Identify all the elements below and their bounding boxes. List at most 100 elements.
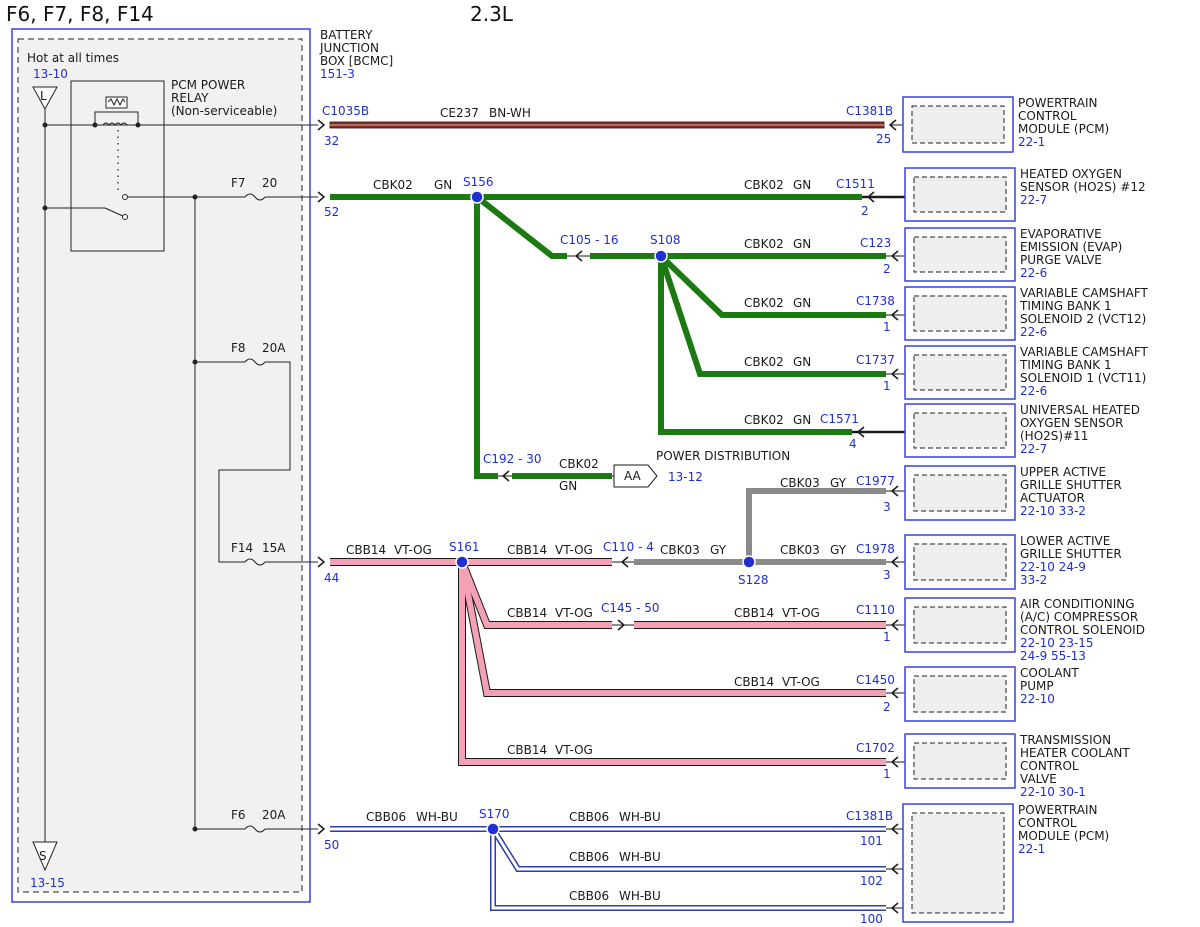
component-3: VARIABLE CAMSHAFTTIMING BANK 1SOLENOID 2… (904, 286, 1149, 341)
component-1: HEATED OXYGENSENSOR (HO2S) #1222-7 (904, 167, 1146, 222)
hot-ref: 13-10 (33, 67, 68, 81)
power-distribution-label: POWER DISTRIBUTION (656, 449, 790, 463)
fuse-f14-rating: 15A (262, 541, 286, 555)
component-ref: 22-6 (1020, 325, 1047, 339)
component-ref: 22-10 30-1 (1020, 785, 1086, 799)
circuit-ce237-color: BN-WH (489, 106, 531, 120)
component-2: EVAPORATIVEEMISSION (EVAP)PURGE VALVE22-… (904, 227, 1122, 282)
fuse-f6-name: F6 (231, 808, 246, 822)
wire-label: CBK02 (744, 413, 784, 427)
component-ref: 22-10 23-15 (1020, 636, 1094, 650)
pin-c1738: 1 (883, 320, 891, 334)
connector-c1110: C1110 (856, 603, 895, 617)
wire-color: GN (793, 355, 811, 369)
wire-color: VT-OG (782, 606, 820, 620)
connector-c1035b-icon (317, 119, 326, 131)
component-name-line: MODULE (PCM) (1018, 829, 1109, 843)
wire-color: VT-OG (555, 606, 593, 620)
wire-label: CBK02 (744, 178, 784, 192)
component-name-line: PUMP (1020, 679, 1054, 693)
splice-s128-label: S128 (738, 573, 769, 587)
aa-wire-label: CBK02 (559, 457, 599, 471)
wire-label: CBB14 (734, 606, 774, 620)
fuses-title: F6, F7, F8, F14 (6, 2, 154, 26)
gray-wire-color: GY (830, 476, 847, 490)
component-inner (913, 295, 1007, 332)
splice-s108 (654, 249, 668, 263)
component-name-line: PURGE VALVE (1020, 253, 1102, 267)
component-name-line: EMISSION (EVAP) (1020, 240, 1122, 254)
pink-wires (330, 559, 886, 765)
component-inner (913, 742, 1007, 780)
wire-label: CBB14 (507, 606, 547, 620)
gray-wire-label: CBK03 (780, 543, 820, 557)
component-7: LOWER ACTIVEGRILLE SHUTTER22-10 24-933-2 (904, 534, 1122, 590)
component-name-line: AIR CONDITIONING (1020, 597, 1135, 611)
component-name-line: GRILLE SHUTTER (1020, 478, 1122, 492)
component-name-line: ACTUATOR (1020, 491, 1085, 505)
relay-label-line-3: (Non-serviceable) (171, 104, 277, 118)
wire-label: CBK02 (744, 296, 784, 310)
wire-color: VT-OG (555, 543, 593, 557)
component-11: POWERTRAINCONTROLMODULE (PCM)22-1 (902, 803, 1109, 923)
gray-wire-label: CBK03 (780, 476, 820, 490)
wire-label: CBB14 (507, 543, 547, 557)
connector-c123: C123 (860, 236, 891, 250)
pin-102: 102 (860, 874, 883, 888)
component-name-line: (HO2S)#11 (1020, 429, 1088, 443)
inline-connector-c145: C145 - 50 (601, 601, 660, 615)
circuit-ce237-label: CE237 (440, 106, 479, 120)
component-inner (913, 412, 1007, 449)
connector-out-44-icon (317, 556, 326, 568)
wire-label: CBB06 (366, 810, 406, 824)
component-name-line: LOWER ACTIVE (1020, 534, 1110, 548)
component-name-line: COOLANT (1020, 666, 1079, 680)
component-ref: 22-10 33-2 (1020, 504, 1086, 518)
component-name-line: TRANSMISSION (1019, 733, 1111, 747)
relay-label-line-1: PCM POWER (171, 78, 245, 92)
component-name-line: UPPER ACTIVE (1020, 465, 1106, 479)
inline-connector-c192: C192 - 30 (483, 452, 542, 466)
component-name-line: VALVE (1020, 772, 1057, 786)
connector-c1702: C1702 (856, 741, 895, 755)
engine-label: 2.3L (470, 2, 514, 26)
connector-c1977: C1977 (856, 474, 895, 488)
relay-label-line-2: RELAY (171, 91, 209, 105)
component-ref: 22-10 24-9 (1020, 560, 1086, 574)
wire-color: GN (793, 237, 811, 251)
power-source-symbol: L (40, 89, 47, 103)
component-name-line: POWERTRAIN (1018, 803, 1098, 817)
wire-label: CBB06 (569, 889, 609, 903)
wiring-diagram: F6, F7, F8, F14 2.3L BATTERY JUNCTION BO… (6, 2, 1149, 926)
connector-c1738: C1738 (856, 294, 895, 308)
splice-s170-label: S170 (479, 807, 510, 821)
component-9: COOLANTPUMP22-10 (904, 666, 1079, 722)
component-name-line: GRILLE SHUTTER (1020, 547, 1122, 561)
component-name-line: SOLENOID 1 (VCT11) (1020, 371, 1146, 385)
component-inner (913, 543, 1007, 581)
wire-label: CBB14 (734, 675, 774, 689)
component-ref: 22-6 (1020, 266, 1047, 280)
circuit-cbb06: 50 S170 CBB06 WH-BU CBB06 WH-BU CBB06 WH… (317, 807, 912, 926)
splice-s108-label: S108 (650, 233, 681, 247)
component-inner (911, 105, 1005, 144)
connector-c1381b-bottom: C1381B (846, 809, 893, 823)
hot-at-all-times-label: Hot at all times (27, 51, 119, 65)
component-name-line: POWERTRAIN (1018, 96, 1098, 110)
circuit-cbb14: 44 S161 S128 C110 - 4 C145 - 50 CBB14 VT… (317, 474, 908, 781)
bottom-source-symbol: S (39, 849, 47, 863)
component-name-line: (A/C) COMPRESSOR (1020, 610, 1138, 624)
splice-s156-label: S156 (463, 175, 494, 189)
wire-color: GN (793, 413, 811, 427)
connector-c1571: C1571 (820, 412, 859, 426)
power-distribution-ref: 13-12 (668, 470, 703, 484)
connector-c1035b: C1035B (322, 104, 369, 118)
wire-color: VT-OG (394, 543, 432, 557)
component-name-line: UNIVERSAL HEATED (1020, 403, 1140, 417)
wire-label: CBB06 (569, 810, 609, 824)
wire-color: WH-BU (619, 810, 661, 824)
component-ref: 22-6 (1020, 384, 1047, 398)
pin-c1571: 4 (849, 437, 857, 451)
pin-52: 52 (324, 205, 339, 219)
splice-s128 (742, 555, 756, 569)
